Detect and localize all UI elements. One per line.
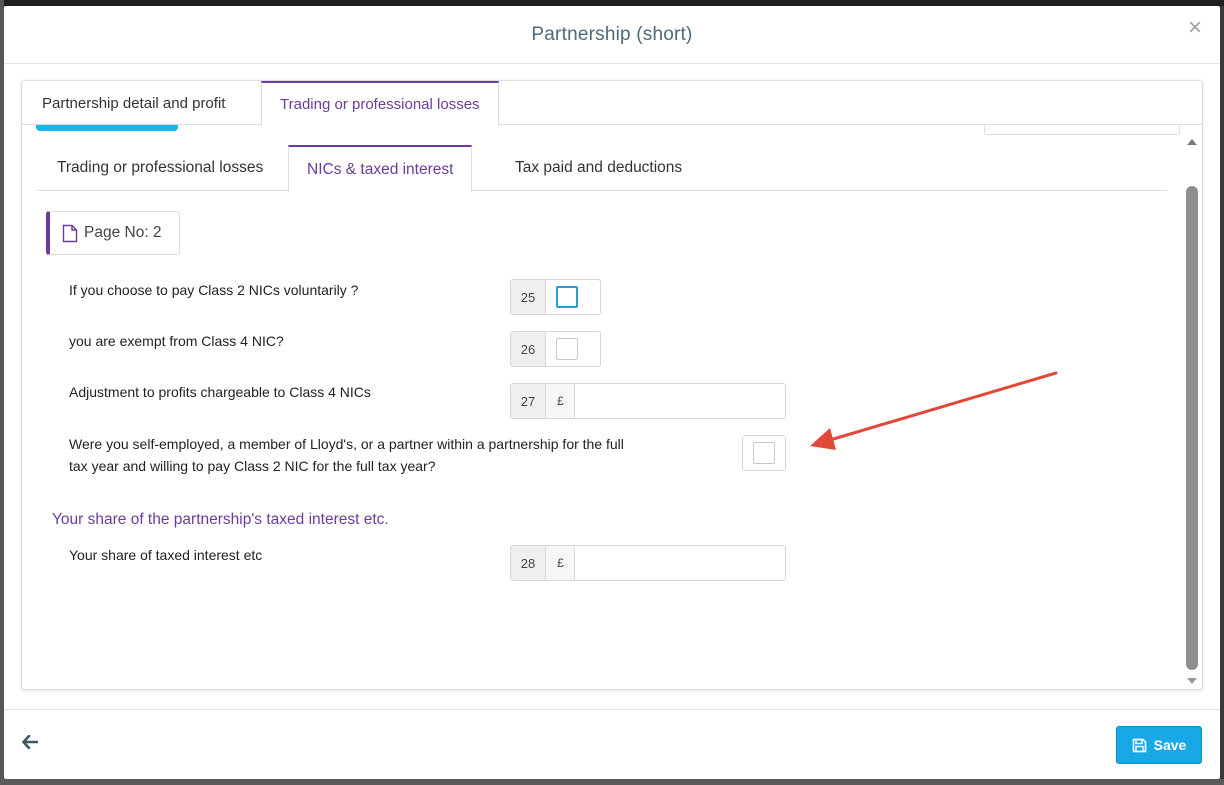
scroll-up-icon[interactable]: [1187, 139, 1197, 145]
currency-symbol: £: [546, 545, 575, 581]
page-number-label: Page No: 2: [84, 224, 162, 241]
save-button[interactable]: Save: [1116, 726, 1202, 764]
full-year-class2-field: [742, 435, 786, 471]
scrollbar-thumb[interactable]: [1186, 186, 1198, 670]
class4-adjustment-label: Adjustment to profits chargeable to Clas…: [69, 384, 371, 400]
box-number: 27: [510, 383, 546, 419]
full-year-class2-label: Were you self-employed, a member of Lloy…: [69, 433, 624, 477]
close-icon[interactable]: ×: [1188, 16, 1202, 40]
form-panel: Partnership detail and profit Trading or…: [21, 80, 1203, 690]
box-number: 28: [510, 545, 546, 581]
taxed-interest-section-heading: Your share of the partnership's taxed in…: [52, 511, 389, 528]
full-year-class2-checkbox[interactable]: [753, 442, 775, 464]
full-year-class2-label-line2: tax year and willing to pay Class 2 NIC …: [69, 458, 436, 474]
box-number: 26: [510, 331, 546, 367]
subtab-trading-losses[interactable]: Trading or professional losses: [39, 145, 281, 191]
subtab-nics-taxed-interest[interactable]: NICs & taxed interest: [288, 145, 473, 192]
full-year-class2-label-line1: Were you self-employed, a member of Lloy…: [69, 436, 624, 452]
document-icon: [62, 224, 78, 242]
class2-voluntary-field: [546, 279, 601, 315]
class2-voluntary-label: If you choose to pay Class 2 NICs volunt…: [69, 282, 359, 298]
scroll-down-icon[interactable]: [1187, 678, 1197, 684]
partial-button-strip: [36, 125, 178, 131]
currency-symbol: £: [546, 383, 575, 419]
partial-select[interactable]: [984, 125, 1180, 135]
dialog-title: Partnership (short): [531, 23, 693, 45]
partnership-dialog: Partnership (short) × Partnership detail…: [4, 6, 1220, 779]
class4-exempt-checkbox[interactable]: [556, 338, 578, 360]
outer-tab-bar: Partnership detail and profit Trading or…: [22, 81, 1202, 126]
taxed-interest-input[interactable]: [574, 545, 786, 581]
class4-adjustment-input[interactable]: [574, 383, 786, 419]
backdrop-bottom: [0, 779, 1224, 785]
floppy-disk-icon: [1132, 738, 1146, 752]
class4-exempt-field: [546, 331, 601, 367]
dialog-header: Partnership (short) ×: [4, 6, 1220, 64]
taxed-interest-label: Your share of taxed interest etc: [69, 547, 263, 563]
save-label: Save: [1153, 737, 1187, 753]
inner-tab-bar: Trading or professional losses NICs & ta…: [37, 145, 1167, 192]
tab-partnership-detail[interactable]: Partnership detail and profit: [24, 81, 243, 125]
dialog-footer: Save: [4, 709, 1220, 779]
subtab-tax-paid[interactable]: Tax paid and deductions: [497, 145, 700, 191]
tab-trading-losses[interactable]: Trading or professional losses: [261, 81, 499, 126]
class4-exempt-label: you are exempt from Class 4 NIC?: [69, 333, 284, 349]
box-number: 25: [510, 279, 546, 315]
arrow-left-icon[interactable]: [22, 734, 39, 754]
page-number-badge: Page No: 2: [46, 211, 180, 255]
class2-voluntary-checkbox[interactable]: [556, 286, 578, 308]
